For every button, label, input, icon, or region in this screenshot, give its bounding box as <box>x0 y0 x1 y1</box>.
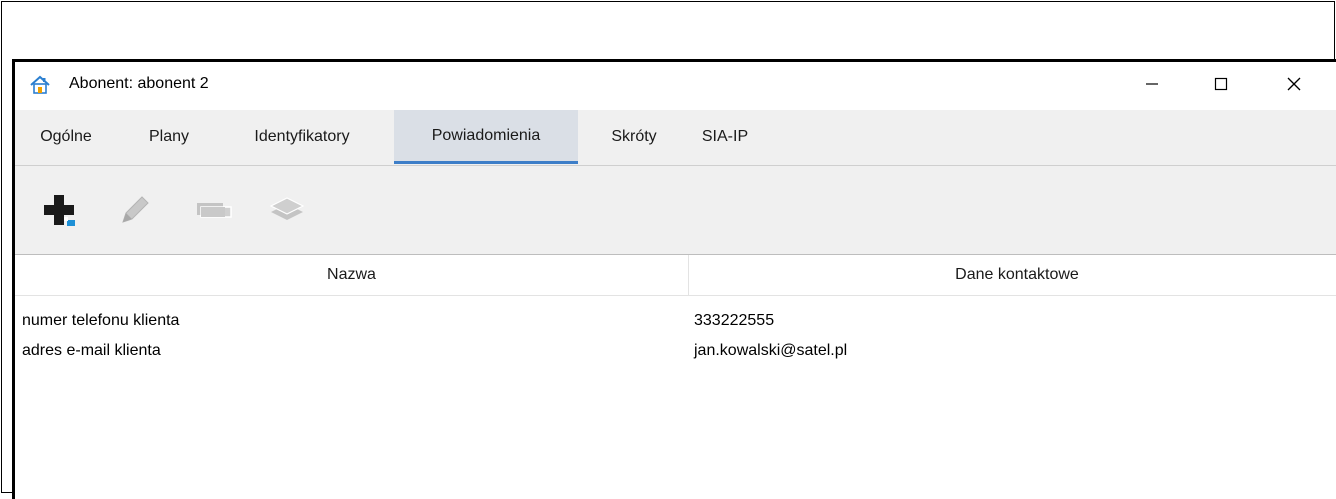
subscriber-window: Abonent: abonent 2 Ogólne Plany Identyfi… <box>12 59 1336 499</box>
table-row[interactable]: numer telefonu klienta 333222555 <box>15 306 1336 336</box>
column-header-label: Nazwa <box>327 266 376 283</box>
tab-skroty[interactable]: Skróty <box>592 110 676 164</box>
title-bar: Abonent: abonent 2 <box>15 62 1336 110</box>
tab-label: Identyfikatory <box>254 128 350 145</box>
layers-button[interactable] <box>267 190 307 230</box>
house-icon <box>29 74 51 96</box>
table-header: Nazwa Dane kontaktowe <box>15 255 1336 296</box>
tab-ogolne[interactable]: Ogólne <box>23 110 109 164</box>
edit-pencil-icon <box>122 196 149 223</box>
minimize-button[interactable] <box>1129 62 1175 106</box>
tab-label: Ogólne <box>40 128 92 145</box>
edit-button[interactable] <box>115 190 155 230</box>
maximize-icon <box>1214 77 1228 91</box>
close-button[interactable] <box>1271 62 1317 106</box>
tab-plany[interactable]: Plany <box>133 110 205 164</box>
tab-label: Skróty <box>611 128 657 145</box>
minimize-icon <box>1146 83 1158 85</box>
tab-powiadomienia[interactable]: Powiadomienia <box>394 110 578 164</box>
tab-identyfikatory[interactable]: Identyfikatory <box>227 110 377 164</box>
tab-sia-ip[interactable]: SIA-IP <box>685 110 765 164</box>
tab-label: SIA-IP <box>701 128 749 145</box>
close-icon <box>1287 77 1301 91</box>
column-header-nazwa[interactable]: Nazwa <box>15 255 688 295</box>
add-button[interactable] <box>39 190 79 230</box>
cell-dane-kontaktowe: jan.kowalski@satel.pl <box>694 342 848 359</box>
column-header-label: Dane kontaktowe <box>955 266 1079 283</box>
layers-icon <box>269 197 305 220</box>
toolbar <box>15 166 1336 255</box>
cell-nazwa: adres e-mail klienta <box>22 342 161 359</box>
cell-dane-kontaktowe: 333222555 <box>694 312 775 329</box>
tab-bar: Ogólne Plany Identyfikatory Powiadomieni… <box>15 110 1336 166</box>
column-header-dane-kontaktowe[interactable]: Dane kontaktowe <box>689 255 1336 295</box>
window-title: Abonent: abonent 2 <box>69 75 209 92</box>
tab-label: Powiadomienia <box>431 126 541 144</box>
remove-icon <box>197 203 232 218</box>
table-row[interactable]: adres e-mail klienta jan.kowalski@satel.… <box>15 336 1336 366</box>
maximize-button[interactable] <box>1198 62 1244 106</box>
tab-label: Plany <box>148 128 190 145</box>
cell-nazwa: numer telefonu klienta <box>22 312 180 329</box>
add-icon <box>44 195 75 226</box>
remove-button[interactable] <box>193 190 233 230</box>
